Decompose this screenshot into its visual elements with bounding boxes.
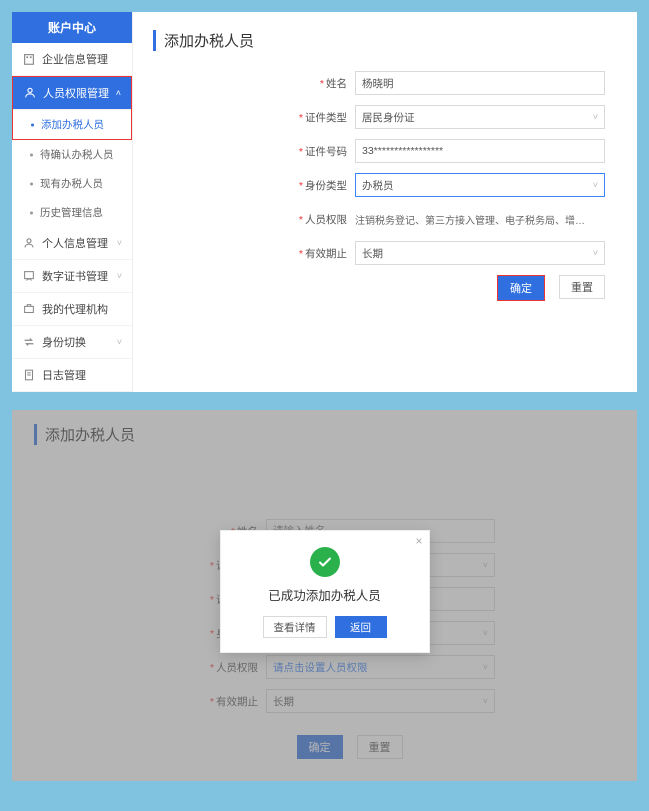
id-no-input[interactable] [355,139,605,163]
agency-icon [22,302,36,316]
sidebar-item-label: 日志管理 [42,367,86,383]
top-panel: 账户中心 企业信息管理 人员权限管理 ˄ 添加办税人员 [12,12,637,392]
sidebar-sub-label: 现有办税人员 [40,178,103,190]
sidebar-sub-history[interactable]: 历史管理信息 [12,198,132,227]
bottom-panel: 添加办税人员 *姓名 *证件类型 ˅ *证件号码 *身份类 [12,410,637,781]
sidebar-item-cert[interactable]: 数字证书管理 ˅ [12,260,132,293]
cert-icon [22,269,36,283]
label-id-type: 证件类型 [305,112,347,124]
chevron-down-icon: ˅ [593,248,598,258]
role-value: 办税员 [362,178,394,193]
chevron-down-icon: ˅ [117,337,122,347]
building-icon [22,52,36,66]
valid-value: 长期 [362,246,383,261]
sidebar-item-enterprise[interactable]: 企业信息管理 [12,43,132,76]
row-perm: *人员权限 注销税务登记、第三方接入管理、电子税务局、增… [293,207,605,231]
perm-text[interactable]: 注销税务登记、第三方接入管理、电子税务局、增… [355,207,605,231]
sidebar-item-switch[interactable]: 身份切换 ˅ [12,326,132,359]
label-valid: 有效期止 [305,248,347,260]
chevron-down-icon: ˅ [593,112,598,122]
sidebar-item-label: 人员权限管理 [43,85,109,101]
chevron-down-icon: ˅ [117,271,122,281]
row-id-no: *证件号码 [293,139,605,163]
sidebar-sub-add[interactable]: 添加办税人员 [13,110,131,139]
name-input[interactable] [355,71,605,95]
reset-button[interactable]: 重置 [559,275,605,299]
sidebar-item-log[interactable]: 日志管理 [12,359,132,392]
log-icon [22,368,36,382]
close-icon[interactable]: × [415,534,422,548]
modal-message: 已成功添加办税人员 [231,585,419,604]
check-circle-icon [310,547,340,577]
user-gear-icon [23,86,37,100]
user-icon [22,236,36,250]
page-title: 添加办税人员 [153,30,617,51]
sidebar-header: 账户中心 [12,12,132,43]
role-select[interactable]: 办税员 ˅ [355,173,605,197]
sidebar-item-label: 我的代理机构 [42,301,108,317]
back-button[interactable]: 返回 [335,616,387,638]
sidebar-item-agency[interactable]: 我的代理机构 [12,293,132,326]
sidebar-item-permission[interactable]: 人员权限管理 ˄ [13,77,131,110]
sidebar-sub-label: 添加办税人员 [41,119,104,131]
label-id-no: 证件号码 [305,146,347,158]
valid-select[interactable]: 长期 ˅ [355,241,605,265]
view-detail-button[interactable]: 查看详情 [263,616,327,638]
sidebar-item-label: 个人信息管理 [42,235,108,251]
switch-icon [22,335,36,349]
sidebar-sub-label: 历史管理信息 [40,207,103,219]
row-role: *身份类型 办税员 ˅ [293,173,605,197]
sidebar-sub-pending[interactable]: 待确认办税人员 [12,140,132,169]
row-name: *姓名 [293,71,605,95]
sidebar-item-label: 身份切换 [42,334,86,350]
label-name: 姓名 [326,78,347,90]
id-type-select[interactable]: 居民身份证 ˅ [355,105,605,129]
sidebar: 账户中心 企业信息管理 人员权限管理 ˄ 添加办税人员 [12,12,133,392]
row-valid: *有效期止 长期 ˅ [293,241,605,265]
sidebar-item-label: 数字证书管理 [42,268,108,284]
main-content-top: 添加办税人员 *姓名 *证件类型 居民身份证 ˅ *证件 [133,12,637,392]
success-modal: × 已成功添加办税人员 查看详情 返回 [220,530,430,653]
sidebar-item-label: 企业信息管理 [42,51,108,67]
confirm-button[interactable]: 确定 [498,276,544,300]
row-id-type: *证件类型 居民身份证 ˅ [293,105,605,129]
id-type-value: 居民身份证 [362,110,415,125]
chevron-up-icon: ˄ [116,88,121,98]
chevron-down-icon: ˅ [117,238,122,248]
label-role: 身份类型 [305,180,347,192]
sidebar-sub-label: 待确认办税人员 [40,149,114,161]
chevron-down-icon: ˅ [593,180,598,190]
label-perm: 人员权限 [305,214,347,226]
sidebar-sub-existing[interactable]: 现有办税人员 [12,169,132,198]
sidebar-item-personal[interactable]: 个人信息管理 ˅ [12,227,132,260]
